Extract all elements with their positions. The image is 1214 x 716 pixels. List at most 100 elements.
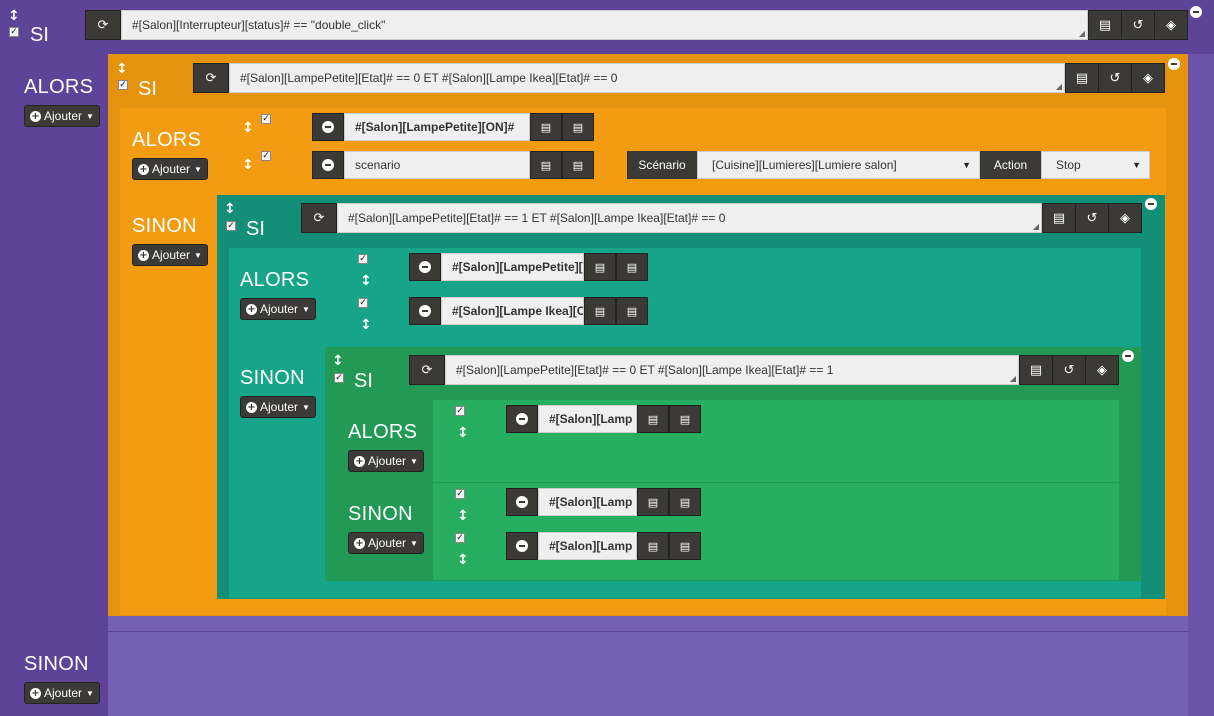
cube-button[interactable]: ◈ [1085,355,1119,385]
move-handle-icon[interactable]: ↕ [224,202,236,216]
plus-icon: + [354,537,365,549]
move-handle-icon[interactable]: ↕ [360,318,372,332]
action-options-button[interactable]: ▤ [584,253,616,281]
root-enable-checkbox[interactable]: ✓ [9,27,19,37]
level3-condition-input[interactable]: #[Salon][LampePetite][Etat]# == 0 ET #[S… [445,355,1019,385]
action-list-button[interactable]: ▤ [616,297,648,325]
move-handle-icon[interactable]: ↕ [242,121,254,135]
root-sinon-ajouter-button[interactable]: + Ajouter ▼ [24,682,100,704]
level2-sinon-ajouter-button[interactable]: + Ajouter ▼ [240,396,316,418]
refresh-button[interactable]: ⟳ [301,203,337,233]
cube-button[interactable]: ◈ [1108,203,1142,233]
history-button[interactable]: ↺ [1052,355,1086,385]
plus-icon: + [30,110,41,122]
history-button[interactable]: ↺ [1075,203,1109,233]
remove-action-button[interactable] [312,113,344,141]
move-handle-icon[interactable]: ↕ [8,9,20,23]
expression-button[interactable]: ▤ [1088,10,1122,40]
level2-action2-input[interactable]: #[Salon][Lampe Ikea][O [441,297,584,325]
action-options-button[interactable]: ▤ [530,151,562,179]
remove-root-minus-icon[interactable] [1190,6,1202,18]
action-enable-checkbox[interactable]: ✓ [358,298,368,308]
action-list-button[interactable]: ▤ [669,488,701,516]
move-handle-icon[interactable]: ↕ [116,62,128,76]
action-enable-checkbox[interactable]: ✓ [358,254,368,264]
move-handle-icon[interactable]: ↕ [360,274,372,288]
root-alors-ajouter-button[interactable]: + Ajouter ▼ [24,105,100,127]
action-enable-checkbox[interactable]: ✓ [455,406,465,416]
remove-action-button[interactable] [506,532,538,560]
level3-enable-checkbox[interactable]: ✓ [334,373,344,383]
scenario-select[interactable]: [Cuisine][Lumieres][Lumiere salon] ▼ [697,151,980,179]
action-options-button[interactable]: ▤ [584,297,616,325]
action-enable-checkbox[interactable]: ✓ [261,114,271,124]
level1-sinon-ajouter-button[interactable]: + Ajouter ▼ [132,244,208,266]
level1-alors-label: ALORS [132,129,202,151]
action-enable-checkbox[interactable]: ✓ [455,489,465,499]
refresh-button[interactable]: ⟳ [193,63,229,93]
move-handle-icon[interactable]: ↕ [457,553,469,567]
cube-icon: ◈ [1120,210,1130,226]
level2-alors-ajouter-button[interactable]: + Ajouter ▼ [240,298,316,320]
level1-enable-checkbox[interactable]: ✓ [118,80,128,90]
remove-action-button[interactable] [506,488,538,516]
move-handle-icon[interactable]: ↕ [332,354,344,368]
action-enable-checkbox[interactable]: ✓ [455,533,465,543]
action-options-button[interactable]: ▤ [637,405,669,433]
remove-level1-minus-icon[interactable] [1168,58,1180,70]
level2-alors-label: ALORS [240,269,310,291]
remove-level3-minus-icon[interactable] [1122,350,1134,362]
history-button[interactable]: ↺ [1121,10,1155,40]
refresh-button[interactable]: ⟳ [85,10,121,40]
level2-sinon-label: SINON [240,367,305,389]
remove-level2-minus-icon[interactable] [1145,198,1157,210]
remove-action-button[interactable] [409,297,441,325]
action-list-button[interactable]: ▤ [562,113,594,141]
plus-icon: + [246,401,257,413]
list-icon: ▤ [572,120,584,134]
remove-action-button[interactable] [409,253,441,281]
expression-button[interactable]: ▤ [1042,203,1076,233]
action-list-button[interactable]: ▤ [562,151,594,179]
level3-alors-action1-input[interactable]: #[Salon][Lamp [538,405,637,433]
move-handle-icon[interactable]: ↕ [457,426,469,440]
move-handle-icon[interactable]: ↕ [457,509,469,523]
level3-sinon-action2-input[interactable]: #[Salon][Lamp [538,532,637,560]
action-list-button[interactable]: ▤ [669,405,701,433]
plus-icon: + [138,249,149,261]
caret-down-icon: ▼ [302,304,310,314]
action-enable-checkbox[interactable]: ✓ [261,151,271,161]
root-alors-label: ALORS [24,76,94,98]
level3-sinon-action1-input[interactable]: #[Salon][Lamp [538,488,637,516]
minus-icon [516,413,528,425]
level1-action2-input[interactable]: scenario [344,151,530,179]
level2-condition-input[interactable]: #[Salon][LampePetite][Etat]# == 1 ET #[S… [337,203,1042,233]
cube-button[interactable]: ◈ [1154,10,1188,40]
remove-action-button[interactable] [506,405,538,433]
action-select[interactable]: Stop ▼ [1041,151,1150,179]
level1-action1-input[interactable]: #[Salon][LampePetite][ON]# [344,113,530,141]
action-options-button[interactable]: ▤ [637,488,669,516]
action-options-button[interactable]: ▤ [637,532,669,560]
action-options-button[interactable]: ▤ [530,113,562,141]
level3-sinon-ajouter-button[interactable]: + Ajouter ▼ [348,532,424,554]
refresh-button[interactable]: ⟳ [409,355,445,385]
history-button[interactable]: ↺ [1098,63,1132,93]
list-icon: ▤ [679,412,691,426]
action-list-button[interactable]: ▤ [616,253,648,281]
remove-action-button[interactable] [312,151,344,179]
action-list-button[interactable]: ▤ [669,532,701,560]
expression-button[interactable]: ▤ [1019,355,1053,385]
level2-action1-input[interactable]: #[Salon][LampePetite][ [441,253,584,281]
root-condition-input[interactable]: #[Salon][Interrupteur][status]# == "doub… [121,10,1088,40]
expression-button[interactable]: ▤ [1065,63,1099,93]
level1-condition-input[interactable]: #[Salon][LampePetite][Etat]# == 0 ET #[S… [229,63,1065,93]
cube-button[interactable]: ◈ [1131,63,1165,93]
level3-alors-ajouter-button[interactable]: + Ajouter ▼ [348,450,424,472]
level1-alors-ajouter-button[interactable]: + Ajouter ▼ [132,158,208,180]
list-icon: ▤ [626,304,638,318]
move-handle-icon[interactable]: ↕ [242,158,254,172]
minus-icon [516,496,528,508]
level2-enable-checkbox[interactable]: ✓ [226,221,236,231]
list-icon: ▤ [1029,362,1043,378]
